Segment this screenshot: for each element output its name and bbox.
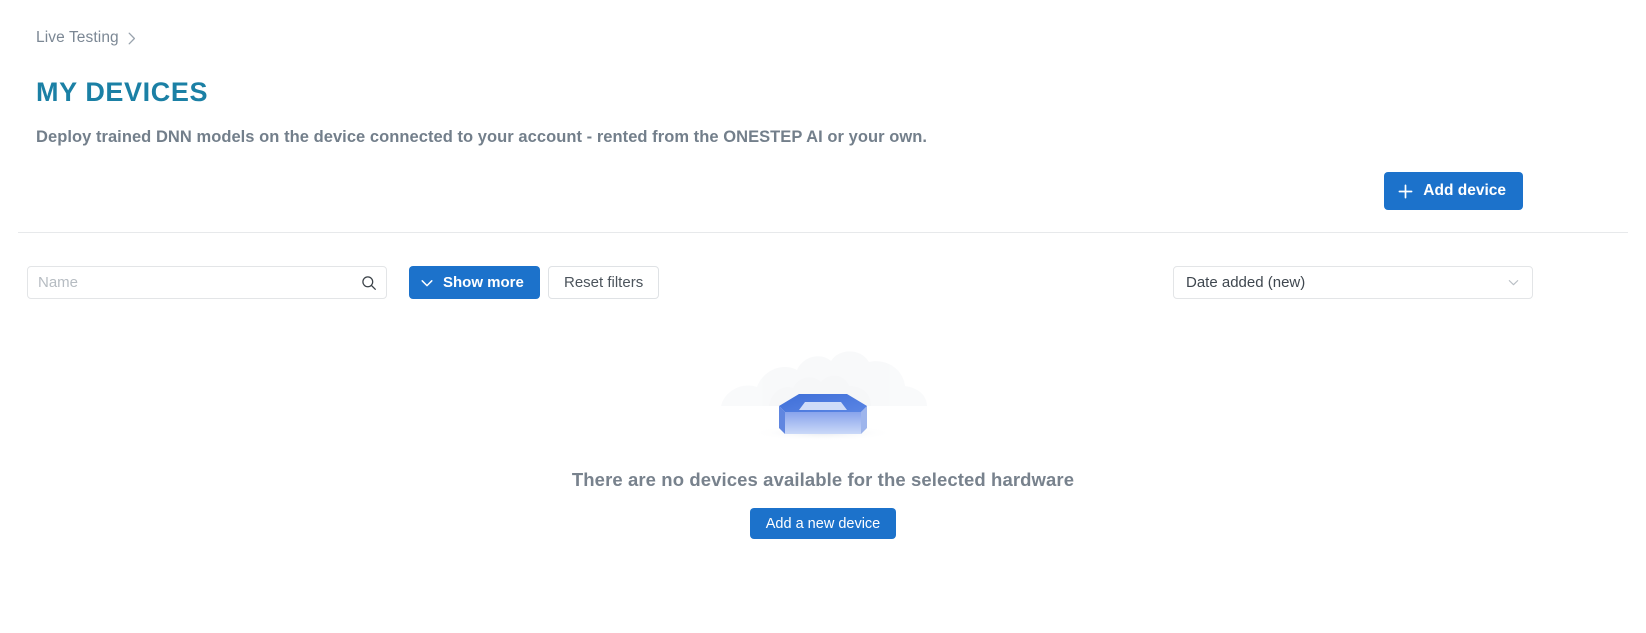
sort-selected-value: Date added (new) xyxy=(1186,274,1306,291)
chevron-right-icon xyxy=(128,32,136,45)
add-a-new-device-label: Add a new device xyxy=(765,515,881,532)
show-more-button[interactable]: Show more xyxy=(409,266,540,299)
search-icon[interactable] xyxy=(361,275,377,291)
chevron-down-icon xyxy=(420,276,434,290)
show-more-label: Show more xyxy=(443,274,524,291)
add-device-label: Add device xyxy=(1423,182,1506,199)
breadcrumb-item-live-testing[interactable]: Live Testing xyxy=(36,29,119,47)
reset-filters-label: Reset filters xyxy=(564,274,644,291)
search-field[interactable] xyxy=(27,266,387,299)
sort-dropdown[interactable]: Date added (new) xyxy=(1173,266,1533,299)
page-title: MY DEVICES xyxy=(36,77,209,107)
chevron-down-icon[interactable] xyxy=(1502,276,1524,289)
breadcrumb: Live Testing xyxy=(36,29,136,47)
empty-box-illustration xyxy=(713,330,933,442)
empty-state: There are no devices available for the s… xyxy=(0,330,1646,539)
page-subtitle: Deploy trained DNN models on the device … xyxy=(36,128,927,146)
empty-state-message: There are no devices available for the s… xyxy=(571,469,1075,490)
add-a-new-device-button[interactable]: Add a new device xyxy=(749,508,897,539)
search-input[interactable] xyxy=(28,267,386,298)
reset-filters-button[interactable]: Reset filters xyxy=(548,266,660,299)
filter-bar: Show more Reset filters Date added (new) xyxy=(0,266,1646,300)
add-device-button[interactable]: Add device xyxy=(1384,172,1523,210)
header-divider xyxy=(18,232,1628,233)
plus-icon xyxy=(1398,184,1413,199)
